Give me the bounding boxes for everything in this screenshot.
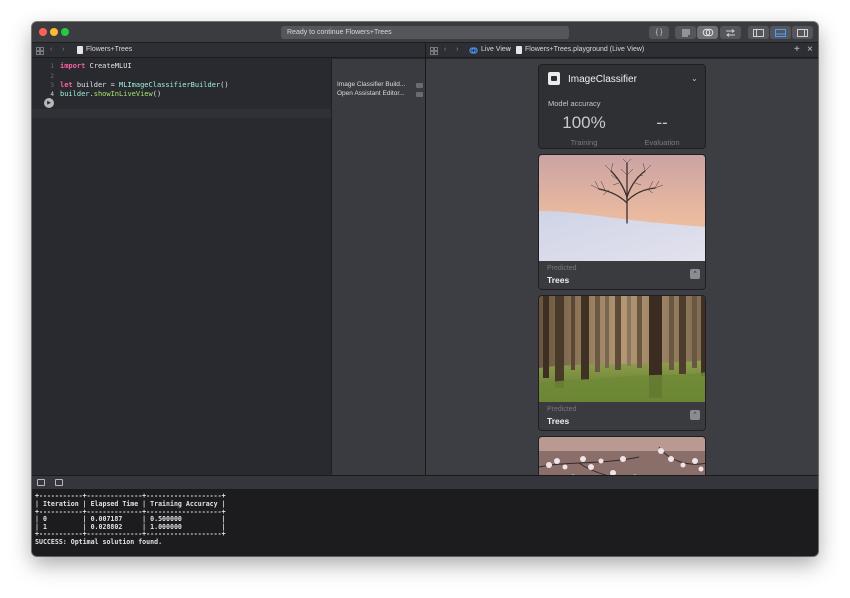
document-icon [516, 46, 522, 54]
snow-tree-image [539, 155, 705, 261]
code-line-3: let builder = MLImageClassifierBuilder() [60, 81, 229, 89]
forward-chevron-icon[interactable]: › [62, 46, 64, 53]
console-table-border: +-----------+--------------+------------… [35, 492, 226, 500]
chevron-up-icon[interactable]: ^ [690, 269, 700, 279]
predicted-label: Predicted [547, 406, 577, 413]
debug-toggle-button[interactable] [770, 26, 791, 39]
source-editor[interactable]: 1 2 3 4 import CreateMLUI let builder = … [32, 59, 331, 475]
prediction-card [538, 436, 706, 475]
results-sidebar: Image Classifier Build... Open Assistant… [331, 59, 425, 475]
code-line-1: import CreateMLUI [60, 62, 132, 70]
keyword: let [60, 81, 73, 89]
line-number: 3 [50, 82, 54, 89]
jump-bar-playground[interactable]: Flowers+Trees.playground (Live View) [525, 46, 644, 53]
image-classifier-card: ImageClassifier ⌄ Model accuracy 100% --… [538, 64, 706, 149]
classifier-title: ImageClassifier [568, 74, 637, 85]
keyword: import [60, 62, 86, 70]
quick-look-icon[interactable] [416, 83, 423, 88]
inspector-toggle-icon [797, 29, 808, 37]
result-row-2: Open Assistant Editor... [337, 90, 405, 97]
assignment: builder = [72, 81, 120, 89]
back-chevron-icon[interactable]: ‹ [50, 46, 52, 53]
console-success-message: SUCCESS: Optimal solution found. [35, 538, 163, 546]
line-number: 2 [50, 73, 54, 80]
run-playground-button[interactable]: ▶ [44, 98, 54, 108]
navigator-toggle-icon [753, 29, 764, 37]
assistant-editor-icon [702, 28, 713, 37]
line-number: 4 [50, 91, 54, 98]
version-editor-button[interactable] [720, 26, 741, 39]
close-window-button[interactable] [39, 28, 47, 36]
clear-console-icon[interactable] [55, 479, 63, 486]
predicted-class: Trees [547, 275, 570, 285]
chevron-down-icon[interactable]: ⌄ [691, 74, 698, 83]
debug-bar [32, 475, 818, 490]
back-chevron-icon[interactable]: ‹ [444, 46, 446, 53]
toolbar: Ready to continue Flowers+Trees { } [32, 22, 818, 43]
library-button[interactable]: { } [649, 26, 669, 39]
assistant-editor-button[interactable] [697, 26, 718, 39]
play-icon: ▶ [47, 100, 51, 106]
minimize-window-button[interactable] [50, 28, 58, 36]
line-number: 1 [50, 63, 54, 70]
training-label: Training [570, 138, 598, 147]
console-table-border: +-----------+--------------+------------… [35, 530, 226, 538]
jump-bar-file[interactable]: Flowers+Trees [86, 46, 132, 53]
blossom-image [539, 437, 705, 475]
add-editor-button[interactable]: + [794, 44, 800, 55]
activity-viewer: Ready to continue Flowers+Trees [281, 26, 569, 39]
forest-image [539, 296, 705, 402]
prediction-card: Predicted Trees ^ [538, 295, 706, 431]
debug-toggle-icon [775, 29, 786, 37]
related-items-icon[interactable] [430, 47, 438, 55]
call-parens: () [220, 81, 229, 89]
live-view-jump-bar: ‹ › Live View › Flowers+Trees.playground… [426, 43, 818, 58]
document-icon [77, 46, 83, 54]
result-row-1: Image Classifier Build... [337, 81, 406, 88]
module-name: CreateMLUI [85, 62, 132, 70]
forward-chevron-icon[interactable]: › [456, 46, 458, 53]
editor-jump-bar: ‹ › Flowers+Trees [32, 43, 425, 58]
call-parens: () [152, 90, 162, 98]
prediction-info: Predicted Trees ^ [539, 261, 705, 289]
library-icon: { } [655, 29, 663, 36]
quick-look-icon[interactable] [416, 92, 423, 97]
live-view: ImageClassifier ⌄ Model accuracy 100% --… [426, 59, 818, 475]
xcode-window: Ready to continue Flowers+Trees { } ‹ › … [32, 22, 818, 556]
console-table-header: | Iteration | Elapsed Time | Training Ac… [35, 500, 226, 508]
standard-editor-button[interactable] [675, 26, 696, 39]
chevron-up-icon[interactable]: ^ [690, 410, 700, 420]
console-output[interactable]: +-----------+--------------+------------… [32, 490, 818, 556]
predicted-class: Trees [547, 416, 570, 426]
current-line-highlight [32, 109, 331, 118]
hide-debug-area-icon[interactable] [37, 479, 45, 486]
navigator-toggle-button[interactable] [748, 26, 769, 39]
jump-bar-live-view[interactable]: Live View [481, 46, 511, 53]
evaluation-accuracy-value: -- [656, 113, 668, 132]
console-table-row: | 0 | 0.007187 | 0.500000 | [35, 515, 226, 523]
type-name: MLImageClassifierBuilder [119, 81, 221, 89]
training-accuracy-value: 100% [562, 113, 606, 132]
variable-name: builder [60, 90, 90, 98]
related-items-icon[interactable] [36, 47, 44, 55]
live-view-icon [469, 47, 478, 54]
standard-editor-icon [681, 29, 690, 37]
zoom-window-button[interactable] [61, 28, 69, 36]
model-accuracy-label: Model accuracy [548, 99, 601, 108]
predicted-label: Predicted [547, 265, 577, 272]
breadcrumb-separator-icon: › [508, 46, 511, 53]
method-name: showInLiveView [93, 90, 153, 98]
evaluation-label: Evaluation [644, 138, 680, 147]
prediction-card: Predicted Trees ^ [538, 154, 706, 290]
version-editor-icon [726, 29, 735, 37]
classifier-icon [548, 72, 560, 85]
code-line-4: builder.showInLiveView() [60, 90, 161, 98]
prediction-info: Predicted Trees ^ [539, 402, 705, 430]
close-editor-button[interactable]: × [807, 44, 813, 55]
inspector-toggle-button[interactable] [792, 26, 813, 39]
